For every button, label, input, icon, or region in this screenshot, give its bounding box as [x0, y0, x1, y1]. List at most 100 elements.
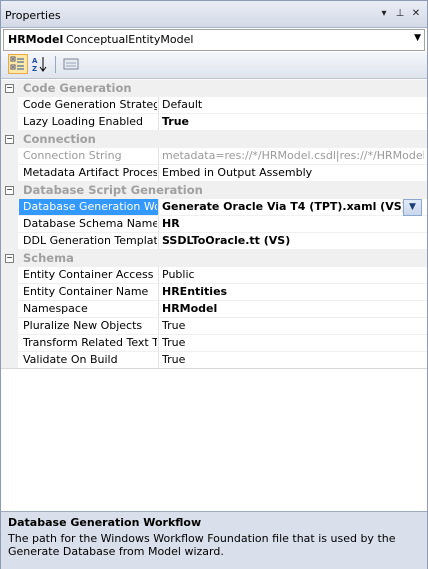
property-name: Connection String: [23, 149, 122, 162]
row-gutter: [1, 97, 18, 114]
property-value[interactable]: HRModel: [162, 302, 424, 315]
svg-text:Z: Z: [32, 65, 37, 73]
property-name: Code Generation Strategy: [23, 98, 157, 111]
collapse-icon[interactable]: −: [5, 254, 14, 263]
column-divider[interactable]: [158, 284, 159, 300]
categorized-icon: [10, 56, 24, 70]
property-row[interactable]: Pluralize New Objects True: [1, 318, 427, 335]
alphabetical-button[interactable]: A Z: [30, 54, 50, 74]
property-value[interactable]: metadata=res://*/HRModel.csdl|res://*/HR…: [162, 149, 424, 162]
column-divider[interactable]: [158, 233, 159, 249]
toolbar: A Z: [1, 52, 427, 79]
properties-window: Properties ▾ ⊥ ✕ HRModel ConceptualEntit…: [0, 0, 428, 569]
property-value[interactable]: SSDLToOracle.tt (VS): [162, 234, 424, 247]
close-icon[interactable]: ✕: [410, 7, 422, 21]
window-title: Properties: [5, 9, 61, 22]
category-label: Database Script Generation: [23, 183, 203, 197]
property-value[interactable]: True: [162, 115, 424, 128]
property-value[interactable]: True: [162, 353, 424, 366]
row-gutter: [1, 267, 18, 284]
property-value[interactable]: Embed in Output Assembly: [162, 166, 424, 179]
property-value[interactable]: HREntities: [162, 285, 424, 298]
property-pages-button[interactable]: [61, 54, 81, 74]
property-name: Namespace: [23, 302, 88, 315]
category-connection[interactable]: − Connection: [1, 131, 427, 148]
column-divider[interactable]: [158, 318, 159, 334]
collapse-icon[interactable]: −: [5, 84, 14, 93]
property-row[interactable]: Database Schema Name HR: [1, 216, 427, 233]
column-divider[interactable]: [158, 301, 159, 317]
title-bar: Properties ▾ ⊥ ✕: [1, 1, 427, 28]
property-row[interactable]: Validate On Build True: [1, 352, 427, 369]
category-database-script-generation[interactable]: − Database Script Generation: [1, 182, 427, 199]
object-selector[interactable]: HRModel ConceptualEntityModel ▼: [3, 29, 425, 51]
property-row[interactable]: Namespace HRModel: [1, 301, 427, 318]
description-title: Database Generation Workflow: [8, 516, 202, 529]
row-gutter: [1, 216, 18, 233]
row-gutter: [1, 352, 18, 369]
collapse-icon[interactable]: −: [5, 186, 14, 195]
property-name: Validate On Build: [23, 353, 118, 366]
category-code-generation[interactable]: − Code Generation: [1, 80, 427, 97]
property-value[interactable]: True: [162, 319, 424, 332]
row-gutter: [1, 335, 18, 352]
categorized-button[interactable]: [8, 54, 28, 74]
property-row[interactable]: Entity Container Access Public: [1, 267, 427, 284]
collapse-icon[interactable]: −: [5, 135, 14, 144]
property-name: DDL Generation Template: [23, 234, 157, 247]
column-divider[interactable]: [158, 335, 159, 351]
category-label: Code Generation: [23, 81, 132, 95]
property-row[interactable]: Transform Related Text Ten True: [1, 335, 427, 352]
row-gutter: [1, 114, 18, 131]
category-schema[interactable]: − Schema: [1, 250, 427, 267]
column-divider[interactable]: [158, 114, 159, 130]
property-name: Entity Container Access: [23, 268, 154, 281]
property-name: Database Schema Name: [23, 217, 157, 230]
column-divider[interactable]: [158, 148, 159, 164]
property-value[interactable]: HR: [162, 217, 424, 230]
column-divider[interactable]: [158, 97, 159, 113]
property-value[interactable]: True: [162, 336, 424, 349]
property-row[interactable]: Lazy Loading Enabled True: [1, 114, 427, 131]
svg-text:A: A: [32, 57, 38, 65]
property-row-selected[interactable]: Database Generation Workfl Generate Orac…: [1, 199, 427, 216]
property-row[interactable]: Entity Container Name HREntities: [1, 284, 427, 301]
category-label: Schema: [23, 251, 74, 265]
row-gutter: [1, 233, 18, 250]
property-name: Entity Container Name: [23, 285, 149, 298]
row-gutter: [1, 301, 18, 318]
property-name: Transform Related Text Ten: [23, 336, 157, 349]
row-gutter: [1, 318, 18, 335]
row-gutter: [1, 165, 18, 182]
grid-bottom-line: [1, 368, 427, 369]
object-type: ConceptualEntityModel: [66, 33, 194, 46]
row-gutter: [1, 284, 18, 301]
category-label: Connection: [23, 132, 96, 146]
column-divider[interactable]: [158, 216, 159, 232]
window-menu-icon[interactable]: ▾: [378, 7, 390, 21]
property-value[interactable]: Default: [162, 98, 424, 111]
property-name: Metadata Artifact Processin: [23, 166, 157, 179]
row-gutter: [1, 199, 18, 216]
property-value[interactable]: Public: [162, 268, 424, 281]
row-gutter: [1, 148, 18, 165]
property-row[interactable]: Metadata Artifact Processin Embed in Out…: [1, 165, 427, 182]
value-dropdown-button[interactable]: ▼: [403, 199, 422, 216]
property-name: Pluralize New Objects: [23, 319, 143, 332]
property-row[interactable]: Code Generation Strategy Default: [1, 97, 427, 114]
chevron-down-icon[interactable]: ▼: [414, 33, 421, 43]
alphabetical-icon: A Z: [32, 57, 47, 73]
column-divider[interactable]: [158, 165, 159, 181]
pin-icon[interactable]: ⊥: [394, 7, 406, 21]
column-divider[interactable]: [158, 352, 159, 368]
property-grid: − Code Generation Code Generation Strate…: [1, 80, 427, 508]
property-value[interactable]: Generate Oracle Via T4 (TPT).xaml (VS): [162, 200, 424, 213]
property-name: Lazy Loading Enabled: [23, 115, 143, 128]
column-divider[interactable]: [158, 199, 159, 215]
property-row[interactable]: DDL Generation Template SSDLToOracle.tt …: [1, 233, 427, 250]
column-divider[interactable]: [158, 267, 159, 283]
property-row[interactable]: Connection String metadata=res://*/HRMod…: [1, 148, 427, 165]
toolbar-separator: [55, 56, 56, 73]
object-name: HRModel: [8, 33, 64, 46]
description-pane: Database Generation Workflow The path fo…: [1, 511, 427, 569]
